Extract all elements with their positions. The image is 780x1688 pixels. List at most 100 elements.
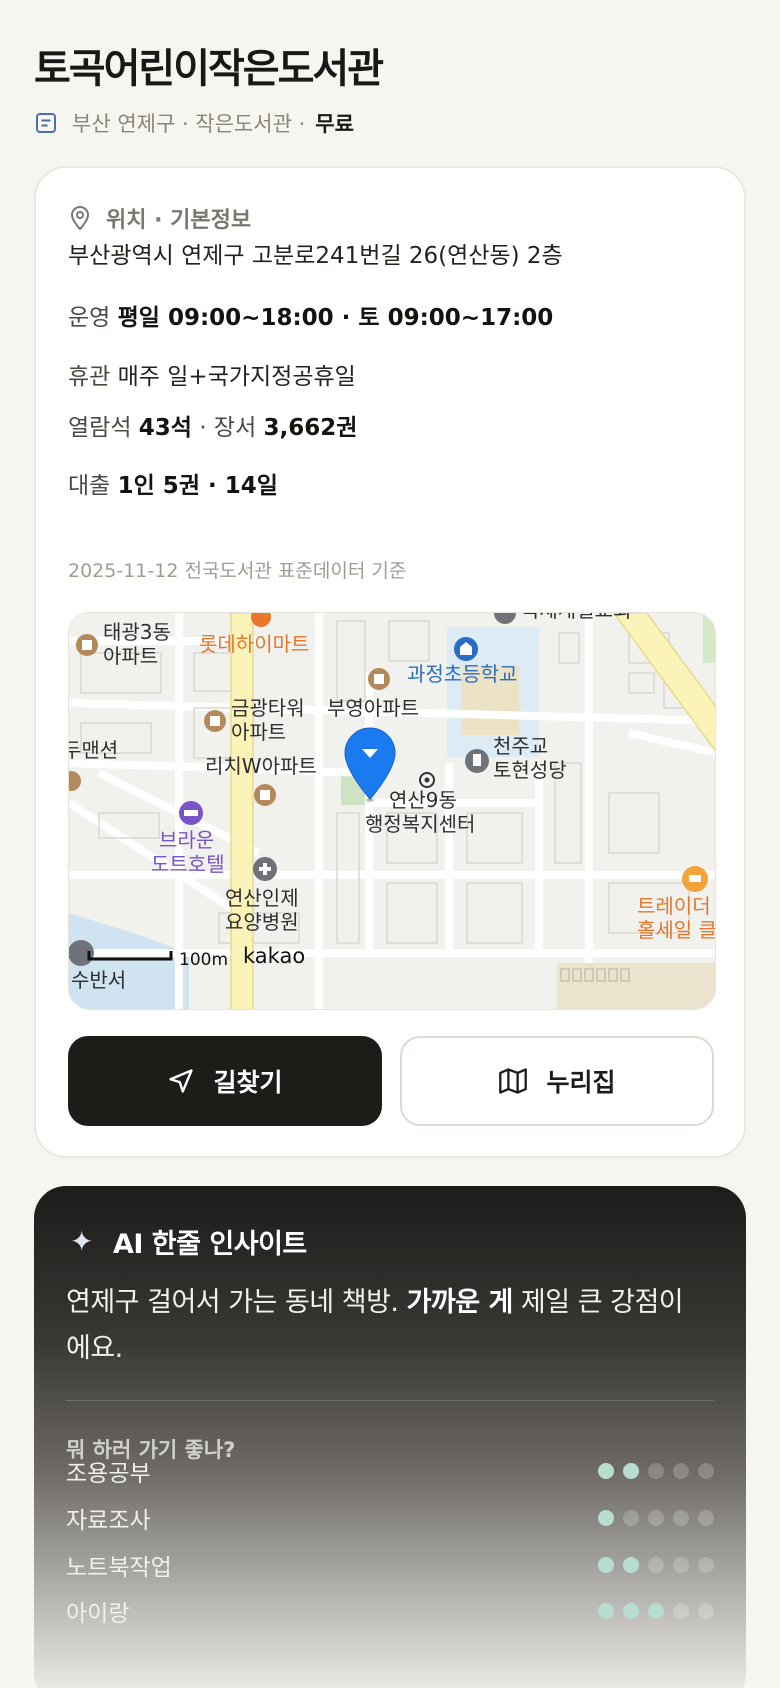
navigation-arrow-icon bbox=[169, 1069, 194, 1093]
loan-row: 대출 1인 5권 · 14일 bbox=[68, 466, 278, 500]
hours-label: 운영 bbox=[68, 305, 111, 331]
use-name: 자료조사 bbox=[66, 1508, 151, 1534]
books-label: 장서 bbox=[213, 415, 257, 441]
score-dot-empty bbox=[673, 1557, 689, 1573]
use-row: 아이랑 bbox=[66, 1596, 714, 1627]
map-label-church-1: 천주교 bbox=[493, 734, 548, 758]
loan-label: 대출 bbox=[68, 473, 111, 499]
location-pin-icon bbox=[70, 206, 90, 231]
score-dot-empty bbox=[698, 1603, 714, 1619]
ai-header: ✦ AI 한줄 인사이트 bbox=[70, 1222, 307, 1261]
hours-value: 평일 09:00~18:00 · 토 09:00~17:00 bbox=[117, 305, 554, 331]
apartment-icon bbox=[204, 710, 226, 732]
score-dot-empty bbox=[648, 1557, 664, 1573]
score-dot-filled bbox=[623, 1463, 639, 1479]
books-value: 3,662권 bbox=[263, 415, 358, 441]
map-label-center-1: 연산9동 bbox=[389, 788, 457, 812]
data-source: 2025-11-12 전국도서관 표준데이터 기준 bbox=[68, 560, 407, 582]
separator: · bbox=[199, 415, 207, 441]
map-label-buyoung: 부영아파트 bbox=[327, 696, 419, 720]
map-label-church-2: 토현성당 bbox=[493, 758, 567, 782]
document-icon bbox=[36, 113, 56, 133]
score-dots bbox=[598, 1463, 714, 1479]
score-dot-empty bbox=[673, 1463, 689, 1479]
use-name: 노트북작업 bbox=[66, 1555, 172, 1581]
use-name: 조용공부 bbox=[66, 1461, 151, 1487]
map-label-traders-1: 트레이더 bbox=[637, 894, 711, 918]
map-icon bbox=[499, 1068, 528, 1094]
map-label-geumgwang-1: 금광타워 bbox=[231, 696, 305, 720]
closed-label: 휴관 bbox=[68, 364, 111, 390]
hospital-icon bbox=[253, 857, 277, 881]
directions-label: 길찾기 bbox=[213, 1068, 283, 1097]
map-label-lotte: 롯데하이마트 bbox=[199, 632, 309, 656]
info-card: 위치 · 기본정보 부산광역시 연제구 고분로241번길 26(연산동) 2층 … bbox=[34, 166, 746, 1158]
church-icon bbox=[465, 749, 489, 773]
map-label-center-2: 행정복지센터 bbox=[365, 812, 475, 836]
map-label-hotel-2: 도트호텔 bbox=[151, 852, 225, 876]
score-dot-empty bbox=[648, 1463, 664, 1479]
address: 부산광역시 연제구 고분로241번길 26(연산동) 2층 bbox=[68, 243, 563, 269]
score-dot-empty bbox=[698, 1463, 714, 1479]
use-name: 아이랑 bbox=[66, 1601, 130, 1627]
map-label-station: 수반서 bbox=[71, 968, 126, 992]
map-label-hotel-1: 브라운 bbox=[159, 828, 214, 852]
closed-value: 매주 일+국가지정공휴일 bbox=[117, 364, 356, 390]
page-title: 토곡어린이작은도서관 bbox=[34, 46, 384, 92]
score-dot-filled bbox=[598, 1557, 614, 1573]
sparkle-icon: ✦ bbox=[70, 1225, 93, 1258]
divider bbox=[66, 1400, 714, 1401]
map-label-hospital-1: 연산인제 bbox=[225, 886, 299, 910]
map-label-taegwang-1: 태광3동 bbox=[103, 620, 171, 644]
score-dot-empty bbox=[648, 1510, 664, 1526]
school-icon bbox=[454, 637, 478, 661]
apartment-icon bbox=[254, 784, 276, 806]
hours-row: 운영 평일 09:00~18:00 · 토 09:00~17:00 bbox=[68, 298, 553, 332]
scale-label: 100m bbox=[179, 950, 228, 970]
website-button[interactable]: 누리집 bbox=[400, 1036, 714, 1126]
closed-row: 휴관 매주 일+국가지정공휴일 bbox=[68, 357, 356, 391]
score-dot-empty bbox=[673, 1603, 689, 1619]
apartment-icon bbox=[76, 634, 98, 656]
use-row: 조용공부 bbox=[66, 1456, 714, 1487]
score-dot-filled bbox=[598, 1603, 614, 1619]
map-label-rich: 리치W아파트 bbox=[205, 754, 317, 778]
seats-value: 43석 bbox=[138, 415, 192, 441]
score-dots bbox=[598, 1557, 714, 1573]
score-dot-empty bbox=[623, 1510, 639, 1526]
directions-button[interactable]: 길찾기 bbox=[68, 1036, 382, 1126]
ai-summary: 연제구 걸어서 가는 동네 책방. 가까운 게 제일 큰 강점이에요. bbox=[66, 1280, 686, 1372]
map-label-mansion: 두맨션 bbox=[69, 738, 118, 762]
page-subtitle: 부산 연제구 · 작은도서관 · 무료 bbox=[34, 108, 354, 138]
apartment-icon bbox=[368, 668, 390, 690]
shopping-cart-icon bbox=[682, 866, 708, 892]
use-row: 자료조사 bbox=[66, 1503, 714, 1534]
map-brand: kakao bbox=[243, 944, 305, 968]
subtitle-text: 부산 연제구 · 작은도서관 · bbox=[72, 112, 306, 136]
score-dots bbox=[598, 1510, 714, 1526]
website-label: 누리집 bbox=[546, 1068, 616, 1097]
map-label-hospital-2: 요양병원 bbox=[225, 910, 299, 934]
ai-summary-pre: 연제구 걸어서 가는 동네 책방. bbox=[66, 1287, 407, 1318]
seats-label: 열람석 bbox=[68, 415, 132, 441]
score-dot-filled bbox=[598, 1510, 614, 1526]
ai-title: AI 한줄 인사이트 bbox=[112, 1229, 307, 1260]
fee-badge: 무료 bbox=[315, 112, 354, 136]
score-dot-filled bbox=[598, 1463, 614, 1479]
section-title: 위치 · 기본정보 bbox=[106, 208, 252, 233]
map[interactable]: 태광3동 아파트 롯데하이마트 과정초등학교 금광타워 아파트 부영아파트 두맨… bbox=[68, 612, 716, 1010]
score-dot-filled bbox=[623, 1603, 639, 1619]
score-dot-filled bbox=[623, 1557, 639, 1573]
score-dots bbox=[598, 1603, 714, 1619]
score-dot-empty bbox=[673, 1510, 689, 1526]
capacity-row: 열람석 43석 · 장서 3,662권 bbox=[68, 408, 357, 442]
use-row: 노트북작업 bbox=[66, 1550, 714, 1581]
score-dot-filled bbox=[648, 1603, 664, 1619]
map-label-top: 국제개일교회 bbox=[521, 613, 631, 622]
hotel-icon bbox=[179, 801, 203, 825]
map-label-school: 과정초등학교 bbox=[407, 662, 517, 686]
score-dot-empty bbox=[698, 1557, 714, 1573]
map-label-traders-2: 홀세일 클 bbox=[637, 918, 716, 942]
map-label-geumgwang-2: 아파트 bbox=[231, 720, 286, 744]
score-dot-empty bbox=[698, 1510, 714, 1526]
